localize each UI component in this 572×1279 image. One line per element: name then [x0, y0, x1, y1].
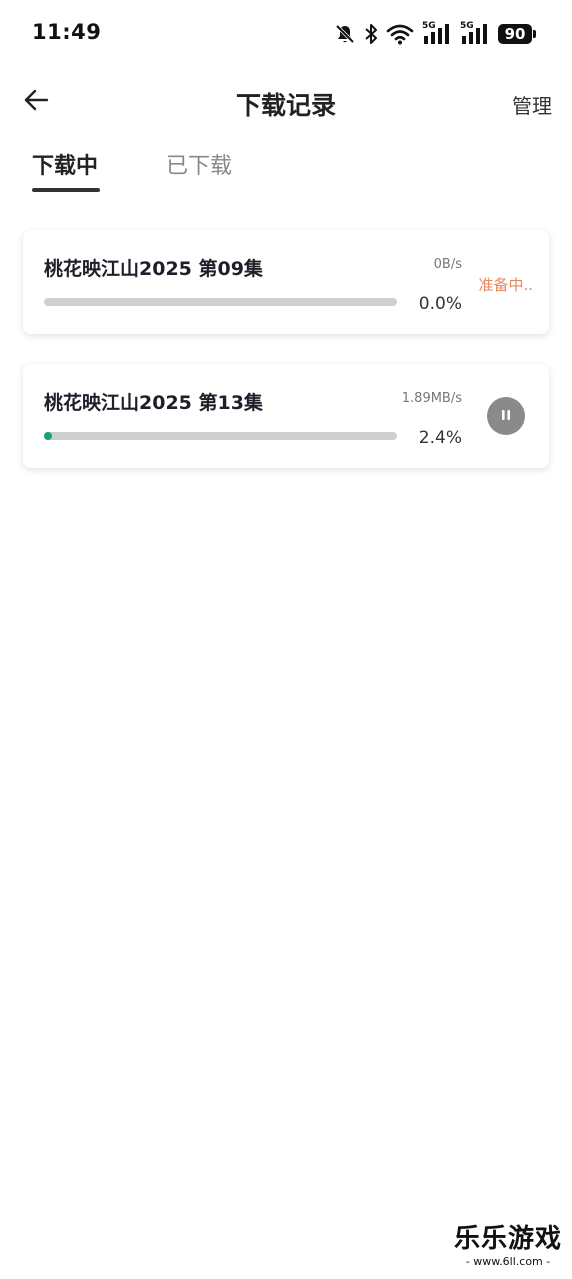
header: 下载记录 管理 [0, 74, 572, 130]
battery-level: 90 [498, 24, 532, 44]
status-time: 11:49 [32, 20, 102, 44]
bell-muted-icon [334, 23, 356, 45]
progress-bar [44, 298, 397, 306]
download-speed: 1.89MB/s [401, 391, 462, 406]
wifi-icon [386, 23, 414, 45]
progress-bar [44, 432, 397, 440]
signal-5g-icon: 5G [422, 22, 452, 46]
download-status: 准备中.. [478, 276, 533, 294]
pause-icon [499, 407, 513, 426]
download-speed: 0B/s [433, 257, 462, 272]
status-icons: 5G 5G 90 [334, 20, 536, 48]
tab-active-indicator [32, 188, 100, 192]
download-percent: 0.0% [418, 294, 462, 314]
status-bar: 11:49 5G 5G 90 [0, 0, 572, 70]
download-item[interactable]: 桃花映江山2025 第09集 0B/s 0.0% 准备中.. [23, 230, 549, 334]
battery-cap [533, 30, 536, 38]
download-item[interactable]: 桃花映江山2025 第13集 1.89MB/s 2.4% [23, 364, 549, 468]
tab-downloading[interactable]: 下载中 [32, 148, 98, 180]
download-percent: 2.4% [418, 428, 462, 448]
page-title: 下载记录 [235, 91, 336, 120]
manage-button[interactable]: 管理 [512, 90, 552, 119]
signal-5g-icon: 5G [460, 22, 490, 46]
progress-fill [44, 432, 53, 440]
watermark-logo: 乐乐游戏 - www.6ll.com - [450, 1223, 566, 1273]
download-title: 桃花映江山2025 第13集 [44, 392, 263, 414]
download-title: 桃花映江山2025 第09集 [44, 258, 263, 280]
watermark-url: - www.6ll.com - [465, 1255, 551, 1268]
bluetooth-icon [364, 23, 378, 45]
tab-downloaded[interactable]: 已下载 [166, 148, 232, 180]
battery-icon: 90 [498, 24, 536, 44]
pause-button[interactable] [487, 397, 525, 435]
watermark-title: 乐乐游戏 [453, 1224, 562, 1254]
